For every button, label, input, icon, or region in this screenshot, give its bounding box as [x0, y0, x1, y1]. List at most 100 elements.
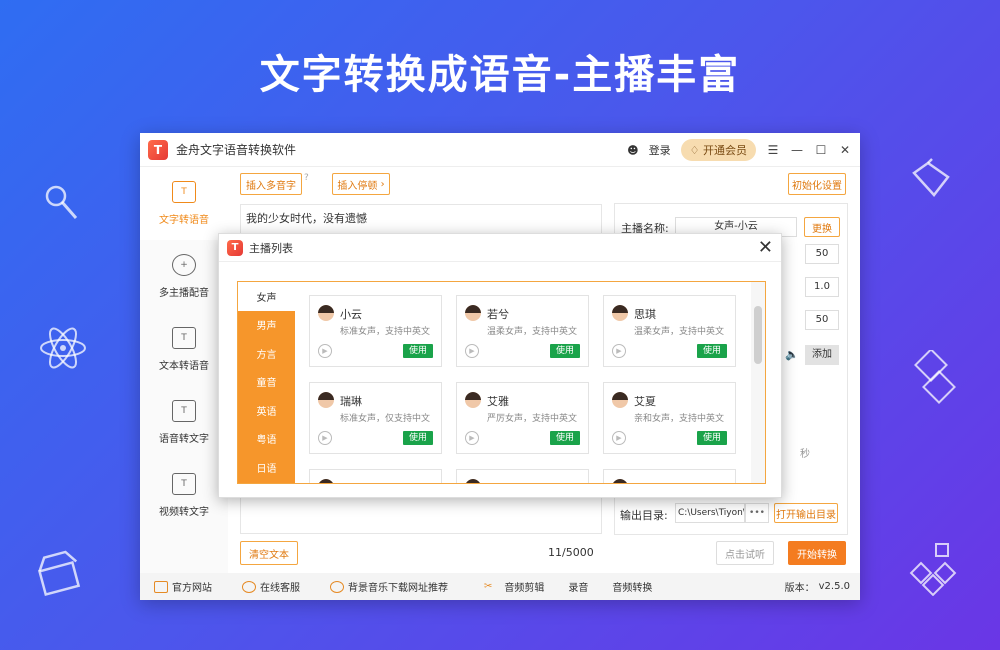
play-icon[interactable]: ▶ [612, 344, 626, 358]
play-icon[interactable]: ▶ [318, 344, 332, 358]
dialog-close-icon[interactable]: ✕ [758, 237, 773, 258]
anchor-card[interactable]: 若兮 温柔女声，支持中英文 ▶ 使用 [456, 295, 589, 367]
sidebar-item-label: 多主播配音 [159, 288, 209, 299]
play-icon[interactable]: ▶ [318, 431, 332, 445]
anchor-name: 若兮 [487, 308, 509, 321]
volume-input[interactable]: 50 [805, 244, 839, 264]
pitch-input[interactable]: 50 [805, 310, 839, 330]
sidebar-item-doc-to-speech[interactable]: T 文本转语音 [140, 313, 228, 386]
translate-icon [914, 350, 956, 404]
store-icon [38, 550, 81, 597]
audio-convert-label: 音频转换 [612, 583, 653, 594]
speaker-icon [912, 158, 950, 197]
sidebar-item-video-to-text[interactable]: T 视频转文字 [140, 459, 228, 532]
insert-polyphone-button[interactable]: 插入多音字 [240, 173, 302, 195]
output-dir-label: 输出目录: [620, 509, 668, 522]
sidebar-item-label: 文字转语音 [159, 215, 209, 226]
online-service-label: 在线客服 [260, 583, 300, 594]
category-japanese[interactable]: 日语 [238, 453, 295, 482]
use-button[interactable]: 使用 [697, 431, 727, 445]
anchor-card[interactable]: 小云 标准女声，支持中英文 ▶ 使用 [309, 295, 442, 367]
anchor-card-partial[interactable] [309, 469, 442, 483]
sidebar-item-label: 文本转语音 [159, 361, 209, 372]
menu-icon[interactable]: ☰ [766, 143, 780, 157]
speech-text-icon: T [172, 400, 196, 422]
anchor-card[interactable]: 瑞琳 标准女声，仅支持中文 ▶ 使用 [309, 382, 442, 454]
open-output-dir-button[interactable]: 打开输出目录 [774, 503, 838, 523]
user-icon[interactable]: ☻ [627, 144, 638, 157]
char-counter: 11/5000 [548, 546, 594, 559]
minimize-icon[interactable]: — [790, 143, 804, 157]
use-button[interactable]: 使用 [550, 431, 580, 445]
vip-button[interactable]: ♢ 开通会员 [680, 139, 756, 161]
scrollbar[interactable] [751, 282, 765, 483]
music-download-link[interactable]: 背景音乐下载网址推荐 [330, 579, 448, 594]
anchor-card[interactable]: 思琪 温柔女声，支持中英文 ▶ 使用 [603, 295, 736, 367]
anchor-list-dialog: T 主播列表 ✕ 女声 男声 方言 童音 英语 粤语 日语 小云 标准女声，支持… [218, 233, 782, 498]
play-icon[interactable]: ▶ [465, 431, 479, 445]
bottom-bar: 官方网站 在线客服 背景音乐下载网址推荐 ✂ 音频剪辑 录音 音频转换 版本： … [140, 573, 860, 600]
clear-text-button[interactable]: 清空文本 [240, 541, 298, 565]
sidebar: T 文字转语音 + 多主播配音 T 文本转语音 T 语音转文字 T 视频转文字 [140, 167, 228, 573]
use-button[interactable]: 使用 [550, 344, 580, 358]
avatar [612, 479, 628, 483]
sidebar-item-label: 语音转文字 [159, 434, 209, 445]
music-icon [330, 580, 344, 593]
sidebar-item-multi-anchor[interactable]: + 多主播配音 [140, 240, 228, 313]
version-value: v2.5.0 [818, 581, 850, 592]
reset-settings-button[interactable]: 初始化设置 [788, 173, 846, 195]
version-info: 版本： v2.5.0 [785, 579, 850, 594]
music-download-label: 背景音乐下载网址推荐 [348, 583, 448, 594]
category-english[interactable]: 英语 [238, 396, 295, 425]
vip-label: 开通会员 [703, 144, 747, 157]
insert-pause-button[interactable]: 插入停顿 › [332, 173, 390, 195]
record-link[interactable]: 录音 [568, 579, 588, 594]
sidebar-item-text-to-speech[interactable]: T 文字转语音 [140, 167, 228, 240]
category-list: 女声 男声 方言 童音 英语 粤语 日语 [238, 282, 295, 483]
category-female[interactable]: 女声 [238, 282, 295, 311]
preview-button[interactable]: 点击试听 [716, 541, 774, 565]
anchor-card[interactable]: 艾夏 亲和女声，支持中英文 ▶ 使用 [603, 382, 736, 454]
version-label: 版本： [784, 583, 815, 594]
audio-cut-label: 音频剪辑 [504, 583, 545, 594]
anchor-desc: 严厉女声，支持中英文 [487, 414, 578, 424]
anchor-card-partial[interactable] [456, 469, 589, 483]
output-dir-field[interactable]: C:\Users\Tiyon\ [675, 503, 745, 523]
online-service-link[interactable]: 在线客服 [242, 579, 300, 594]
anchor-card[interactable]: 艾雅 严厉女声，支持中英文 ▶ 使用 [456, 382, 589, 454]
anchor-desc: 温柔女声，支持中英文 [634, 327, 725, 337]
video-icon: T [172, 473, 196, 495]
service-icon [242, 580, 256, 593]
category-male[interactable]: 男声 [238, 311, 295, 340]
change-anchor-button[interactable]: 更换 [804, 217, 840, 237]
avatar [465, 392, 481, 408]
sidebar-item-speech-to-text[interactable]: T 语音转文字 [140, 386, 228, 459]
apps-icon [909, 543, 957, 596]
help-icon[interactable]: ? [304, 173, 309, 183]
anchor-card-partial[interactable] [603, 469, 736, 483]
add-user-icon: + [172, 254, 196, 276]
play-icon[interactable]: ▶ [612, 431, 626, 445]
audio-convert-link[interactable]: 音频转换 [612, 579, 652, 594]
login-link[interactable]: 登录 [649, 142, 671, 158]
maximize-icon[interactable]: ☐ [814, 143, 828, 157]
audio-cut-link[interactable]: ✂ 音频剪辑 [484, 579, 544, 594]
scroll-thumb[interactable] [754, 306, 762, 364]
anchor-name: 艾雅 [487, 395, 509, 408]
app-logo: T [148, 139, 168, 160]
official-website-link[interactable]: 官方网站 [154, 579, 212, 594]
browse-button[interactable]: ••• [745, 503, 769, 523]
category-cantonese[interactable]: 粤语 [238, 425, 295, 454]
speed-input[interactable]: 1.0 [805, 277, 839, 297]
play-icon[interactable]: ▶ [465, 344, 479, 358]
start-convert-button[interactable]: 开始转换 [788, 541, 846, 565]
anchor-desc: 标准女声，支持中英文 [340, 327, 431, 337]
use-button[interactable]: 使用 [697, 344, 727, 358]
category-child[interactable]: 童音 [238, 368, 295, 397]
close-icon[interactable]: ✕ [838, 143, 852, 157]
avatar [612, 392, 628, 408]
use-button[interactable]: 使用 [403, 431, 433, 445]
category-dialect[interactable]: 方言 [238, 339, 295, 368]
add-button[interactable]: 添加 [805, 345, 839, 365]
use-button[interactable]: 使用 [403, 344, 433, 358]
